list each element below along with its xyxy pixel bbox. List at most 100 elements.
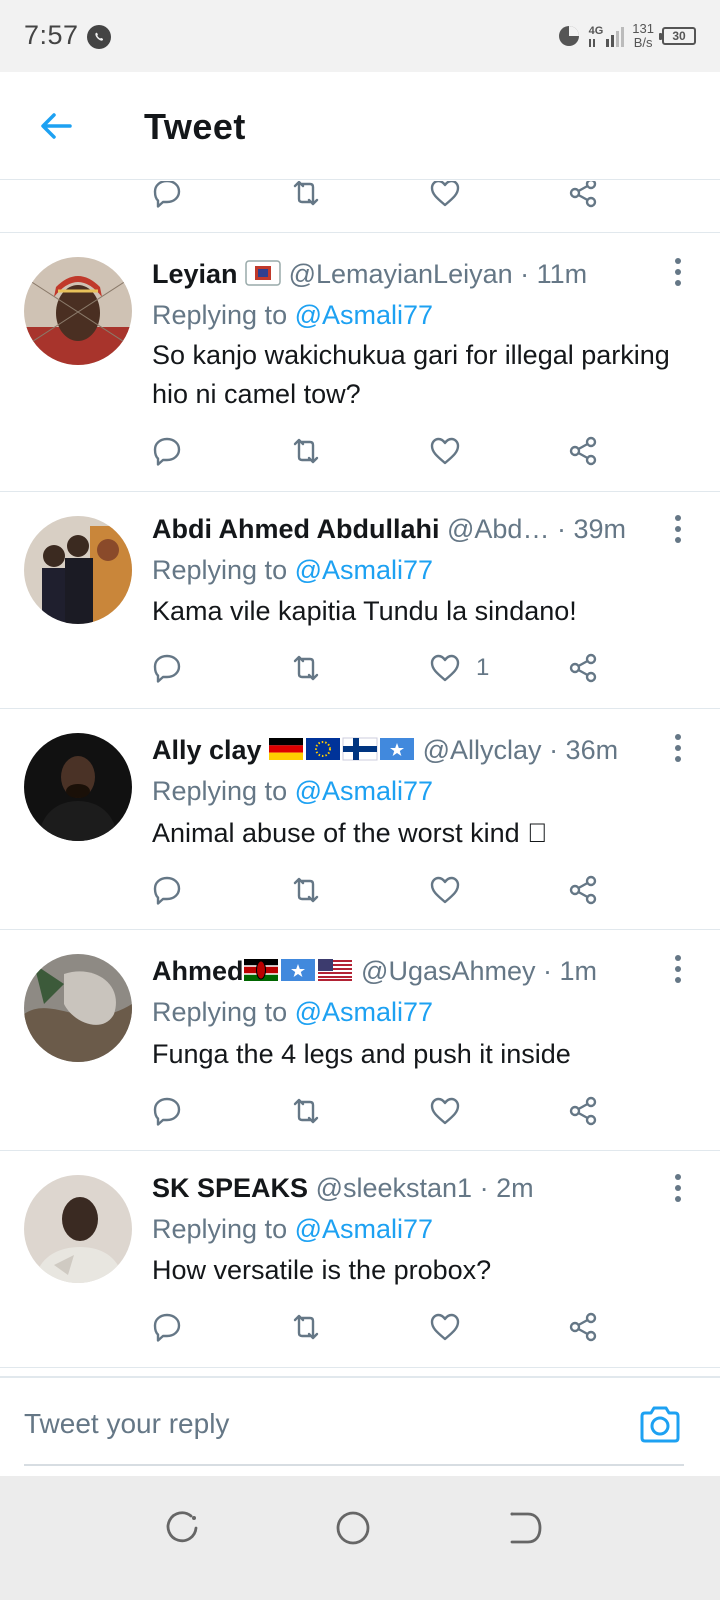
retweet-button[interactable] [289, 1307, 323, 1347]
tweet-actions [0, 1307, 720, 1347]
like-button[interactable]: 1 [428, 648, 489, 688]
tweet-author-handle[interactable]: @Abd… [447, 514, 549, 544]
tweet-header: Leyian @LemayianLeiyan · 11m [152, 257, 640, 294]
replying-to-mention[interactable]: @Asmali77 [295, 997, 433, 1027]
tweet-item[interactable]: Leyian @LemayianLeiyan · 11m Replying to… [0, 233, 720, 492]
tweet-author-name[interactable]: Ahmed [152, 956, 244, 986]
share-button[interactable] [566, 1091, 600, 1131]
replying-prefix: Replying to [152, 1214, 288, 1244]
heart-icon [430, 437, 460, 465]
status-icons: 4G 131 B/s 30 [557, 18, 696, 54]
network-type: 4G [588, 25, 604, 37]
tweet-item[interactable]: Ally clay @Allyclay · 36m Replying to @A… [0, 709, 720, 930]
heart-icon [430, 876, 460, 904]
replying-to-mention[interactable]: @Asmali77 [295, 555, 433, 585]
more-options-icon[interactable] [672, 257, 684, 287]
share-button[interactable] [566, 431, 600, 471]
battery-icon: 30 [659, 27, 696, 45]
share-button[interactable] [566, 1307, 600, 1347]
avatar-image [24, 516, 132, 624]
reply-icon [153, 654, 181, 683]
reply-composer [0, 1376, 720, 1472]
avatar-image [24, 1175, 132, 1283]
reply-input[interactable] [24, 1402, 624, 1446]
like-button[interactable] [428, 1307, 476, 1347]
tweet-timestamp: · 1m [543, 956, 598, 986]
reply-button[interactable] [150, 1307, 184, 1347]
more-options-icon[interactable] [672, 733, 684, 763]
back-arrow-icon[interactable] [36, 106, 76, 146]
system-nav-bar [0, 1476, 720, 1600]
reply-button[interactable] [150, 181, 184, 213]
tweet-item[interactable]: Abdi Ahmed Abdullahi @Abd… · 39m Replyin… [0, 492, 720, 709]
share-button[interactable] [566, 181, 600, 213]
back-nav-icon[interactable] [502, 1506, 546, 1550]
share-button[interactable] [566, 648, 600, 688]
retweet-icon [293, 655, 319, 681]
retweet-button[interactable] [289, 1091, 323, 1131]
avatar[interactable] [24, 516, 132, 624]
like-button[interactable] [428, 870, 476, 910]
tweet-item[interactable]: Ahmed @UgasAhmey · 1m Replying to @Asmal… [0, 930, 720, 1151]
replying-to-mention[interactable]: @Asmali77 [295, 1214, 433, 1244]
avatar[interactable] [24, 733, 132, 841]
tweet-author-handle[interactable]: @sleekstan1 [316, 1173, 473, 1203]
reply-button[interactable] [150, 1091, 184, 1131]
more-options-icon[interactable] [672, 954, 684, 984]
tweet-author-handle[interactable]: @LemayianLeiyan [289, 259, 513, 289]
avatar[interactable] [24, 954, 132, 1062]
reply-button[interactable] [150, 431, 184, 471]
tweet-author-handle[interactable]: @Allyclay [423, 735, 542, 765]
tweet-author-name[interactable]: SK SPEAKS [152, 1173, 308, 1203]
tweet-author-name[interactable]: Abdi Ahmed Abdullahi [152, 514, 439, 544]
replying-to-mention[interactable]: @Asmali77 [295, 776, 433, 806]
camera-icon[interactable] [638, 1404, 682, 1444]
tweet-actions [0, 870, 720, 910]
tweet-author-name[interactable]: Ally clay [152, 735, 262, 765]
tweet-text: Kama vile kapitia Tundu la sindano! [152, 596, 577, 626]
previous-tweet-actions [0, 181, 720, 233]
like-count: 1 [476, 654, 490, 681]
heart-icon [430, 181, 460, 207]
replying-to: Replying to @Asmali77 [152, 774, 433, 808]
whatsapp-icon [87, 25, 111, 49]
flag-emoji-icon [243, 957, 354, 991]
data-saver-icon [558, 26, 579, 46]
reply-icon [153, 1313, 181, 1342]
like-button[interactable] [428, 431, 476, 471]
flag-emoji-icon [245, 260, 281, 294]
more-options-icon[interactable] [672, 514, 684, 544]
retweet-button[interactable] [289, 431, 323, 471]
reply-icon [153, 181, 181, 208]
tweet-author-handle[interactable]: @UgasAhmey [361, 956, 535, 986]
like-button[interactable] [428, 1091, 476, 1131]
avatar[interactable] [24, 1175, 132, 1283]
tweet-text: How versatile is the probox? [152, 1255, 492, 1285]
speed-unit: B/s [633, 35, 653, 50]
app-header: Tweet [0, 72, 720, 180]
status-time: 7:57 [24, 20, 79, 50]
more-options-icon[interactable] [672, 1173, 684, 1203]
avatar[interactable] [24, 257, 132, 365]
tweet-author-name[interactable]: Leyian [152, 259, 238, 289]
tweet-header: SK SPEAKS @sleekstan1 · 2m [152, 1171, 640, 1205]
like-button[interactable] [428, 181, 462, 213]
avatar-image [24, 257, 132, 365]
reply-icon [153, 437, 181, 466]
share-icon [569, 875, 597, 905]
share-icon [569, 181, 597, 208]
reply-button[interactable] [150, 870, 184, 910]
share-button[interactable] [566, 870, 600, 910]
retweet-button[interactable] [289, 870, 323, 910]
recent-apps-icon[interactable] [160, 1506, 204, 1550]
home-icon[interactable] [331, 1506, 375, 1550]
share-icon [569, 1312, 597, 1342]
replying-to-mention[interactable]: @Asmali77 [295, 300, 433, 330]
reply-button[interactable] [150, 648, 184, 688]
replies-feed[interactable]: Leyian @LemayianLeiyan · 11m Replying to… [0, 181, 720, 1371]
tweet-item[interactable]: SK SPEAKS @sleekstan1 · 2m Replying to @… [0, 1151, 720, 1368]
page-title: Tweet [144, 106, 246, 147]
reply-icon [153, 1097, 181, 1126]
retweet-button[interactable] [289, 181, 323, 213]
retweet-button[interactable] [289, 648, 323, 688]
